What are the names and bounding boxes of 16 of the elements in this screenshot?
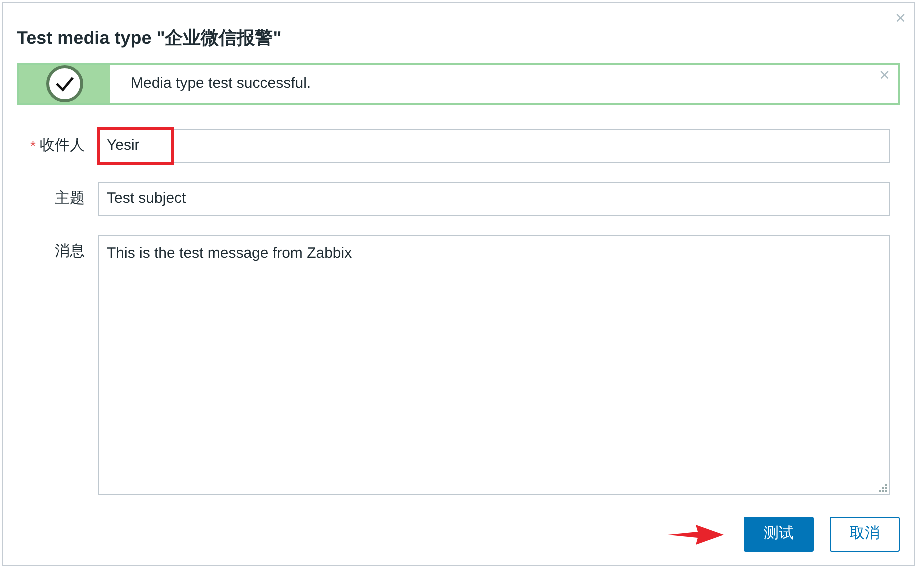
dialog-title: Test media type "企业微信报警" xyxy=(17,27,283,49)
message-text: Media type test successful. xyxy=(131,74,312,94)
required-mark: * xyxy=(30,136,36,156)
resize-grip-icon[interactable] xyxy=(877,482,887,492)
field-label: 主题 xyxy=(55,188,85,209)
text-field[interactable]: Test subject xyxy=(98,182,890,216)
field-value: Test subject xyxy=(107,188,186,209)
field-label: 收件人 xyxy=(40,136,85,156)
field-value: This is the test message from Zabbix xyxy=(107,245,352,262)
text-field[interactable]: Yesir xyxy=(98,129,890,163)
message-textarea[interactable]: This is the test message from Zabbix xyxy=(98,235,890,495)
field-value: Yesir xyxy=(107,136,140,156)
field-label: 消息 xyxy=(55,242,85,262)
cancel-button[interactable]: 取消 xyxy=(830,517,900,552)
test-button[interactable]: 测试 xyxy=(744,517,814,552)
check-circle-icon xyxy=(46,65,84,103)
